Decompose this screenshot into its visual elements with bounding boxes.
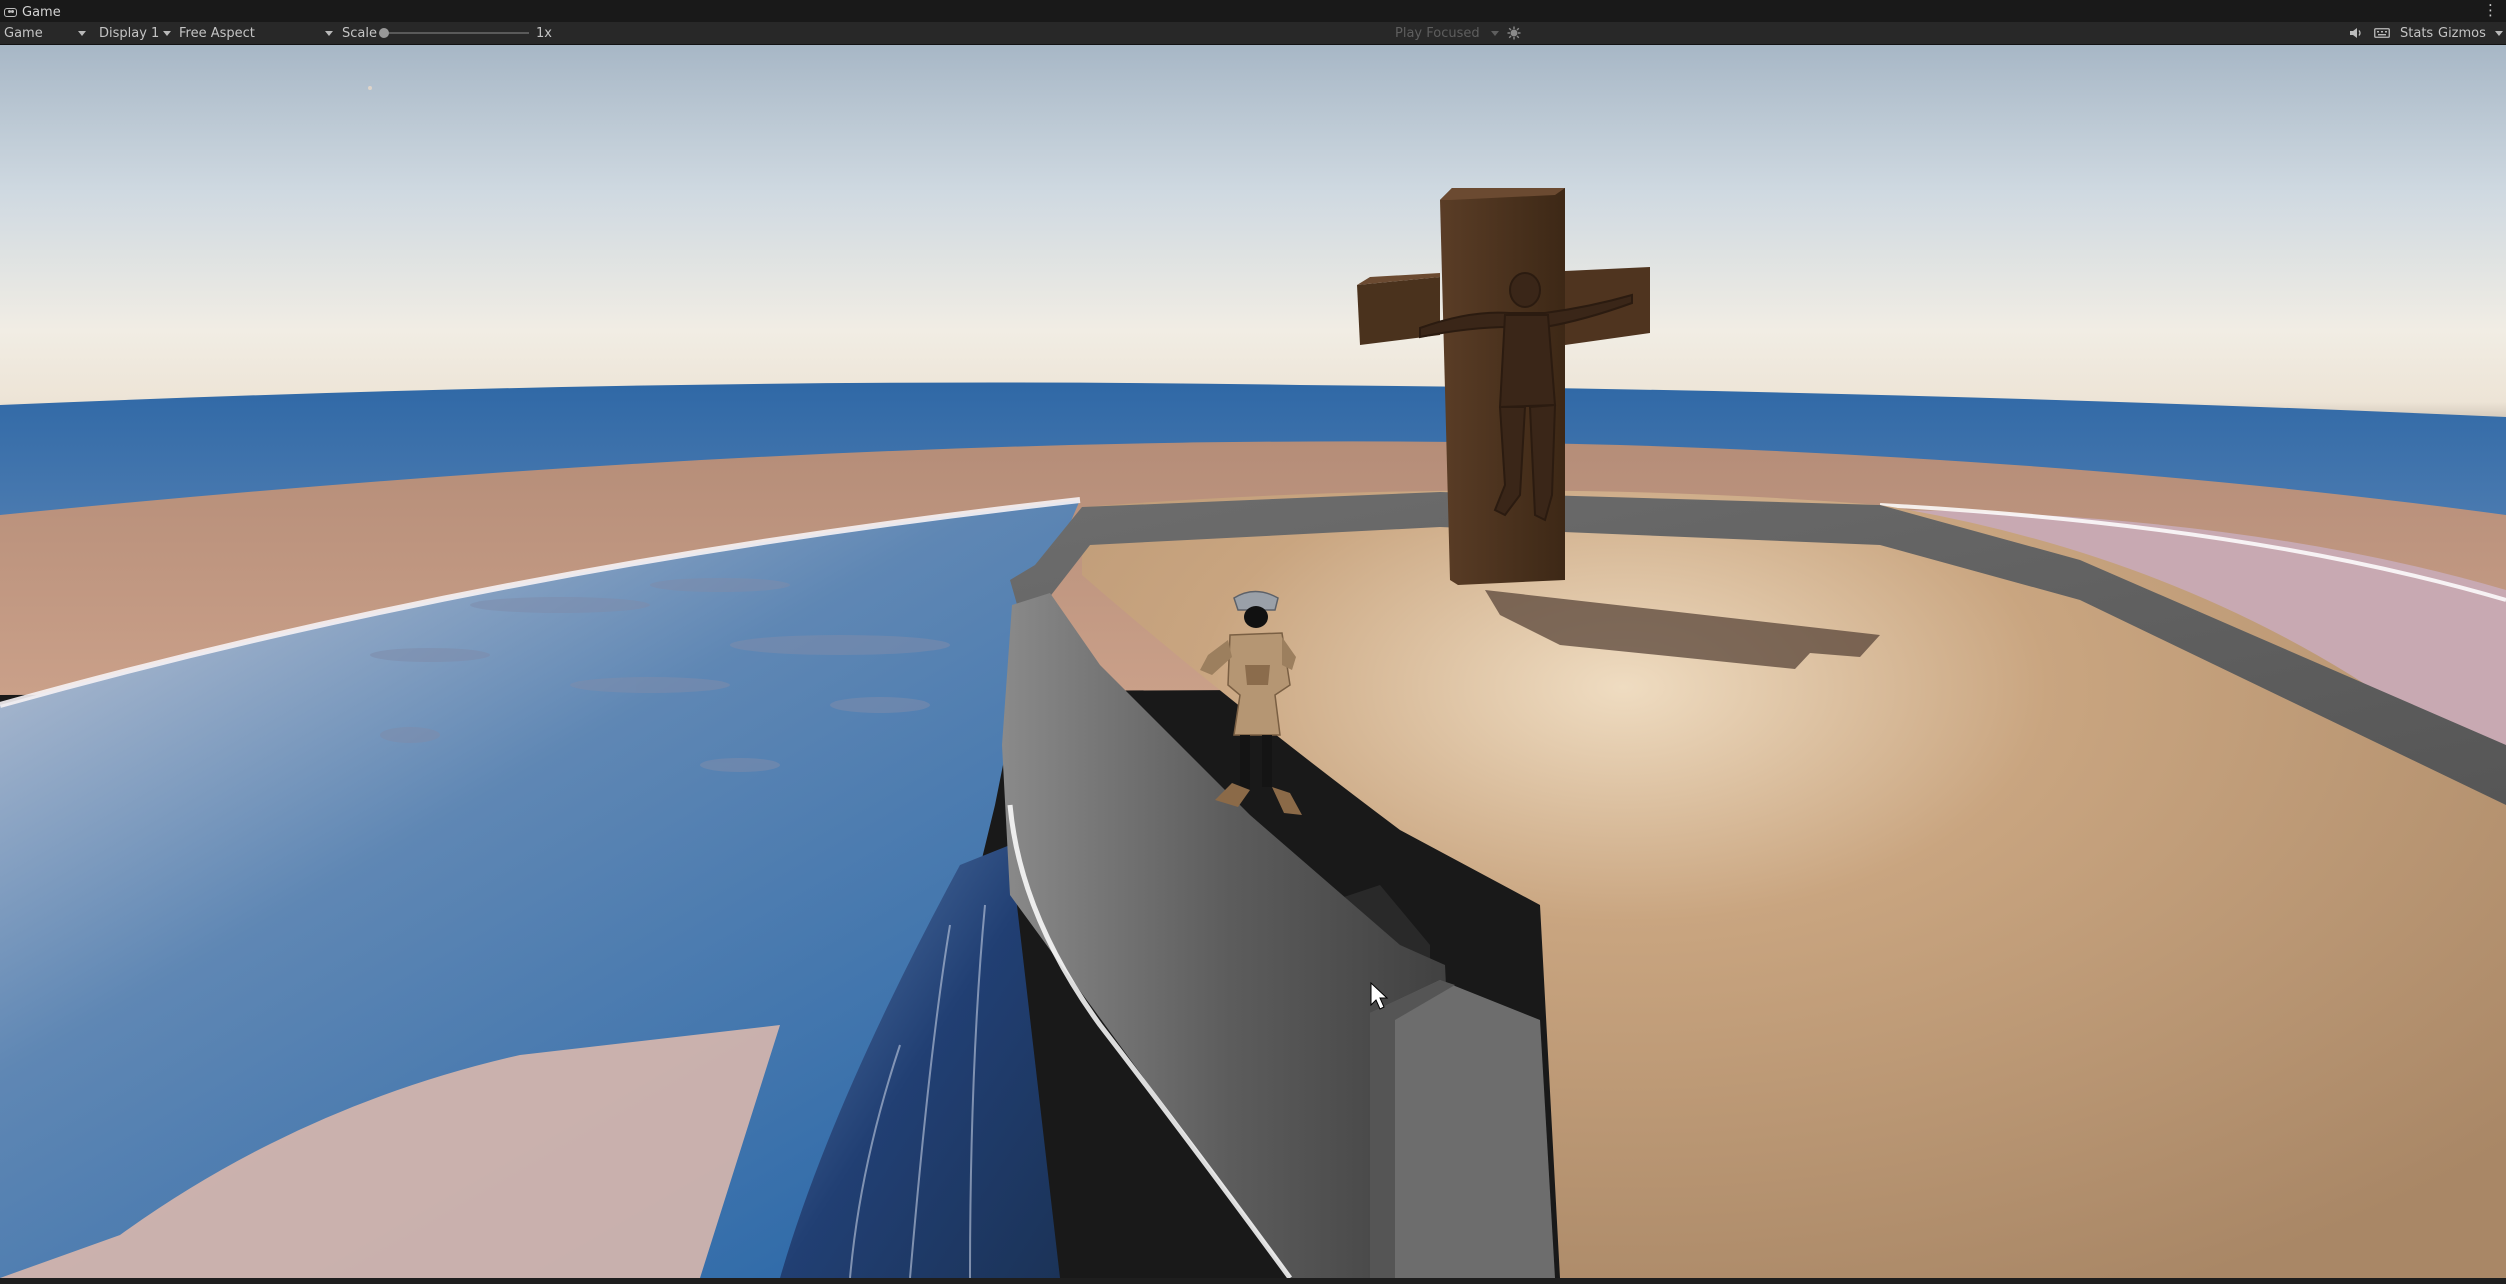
game-viewport[interactable] (0, 45, 2506, 1278)
scale-label: Scale (342, 25, 377, 41)
display-label: Display 1 (99, 25, 160, 41)
mute-audio-icon[interactable] (2349, 22, 2363, 44)
frame-debugger-icon[interactable] (1507, 22, 1521, 44)
stats-toggle[interactable]: Stats (2400, 22, 2433, 44)
scale-slider[interactable] (383, 32, 529, 34)
chevron-down-icon (78, 31, 86, 36)
wall-pillar (1370, 980, 1555, 1278)
chevron-down-icon (163, 31, 171, 36)
game-tab-label: Game (22, 4, 61, 20)
display-dropdown[interactable]: Display 1 (99, 22, 173, 44)
view-mode-dropdown[interactable]: Game (4, 22, 88, 44)
more-options-icon[interactable]: ⋮ (2483, 1, 2498, 19)
game-scene (0, 45, 2506, 1278)
aspect-label: Free Aspect (179, 25, 255, 41)
window-tab-bar: Game ⋮ (0, 0, 2506, 23)
bottom-border (0, 1278, 2506, 1284)
gizmos-label: Gizmos (2438, 25, 2486, 41)
scale-slider-handle[interactable] (379, 28, 389, 38)
scale-value: 1x (536, 25, 552, 41)
game-tab[interactable]: Game (4, 2, 61, 22)
chevron-down-icon (1491, 31, 1499, 36)
chevron-down-icon (325, 31, 333, 36)
shortcuts-keyboard-icon[interactable] (2374, 22, 2390, 44)
play-mode-label: Play Focused (1395, 25, 1480, 41)
aspect-dropdown[interactable]: Free Aspect (179, 22, 335, 44)
sun-glint (368, 86, 372, 90)
view-mode-label: Game (4, 25, 43, 41)
game-view-toolbar: Game Display 1 Free Aspect Scale 1x Play… (0, 22, 2506, 45)
gamepad-icon (4, 7, 17, 17)
chevron-down-icon (2495, 31, 2503, 36)
play-mode-dropdown[interactable]: Play Focused (1395, 22, 1499, 44)
gizmos-dropdown[interactable]: Gizmos (2438, 22, 2503, 44)
